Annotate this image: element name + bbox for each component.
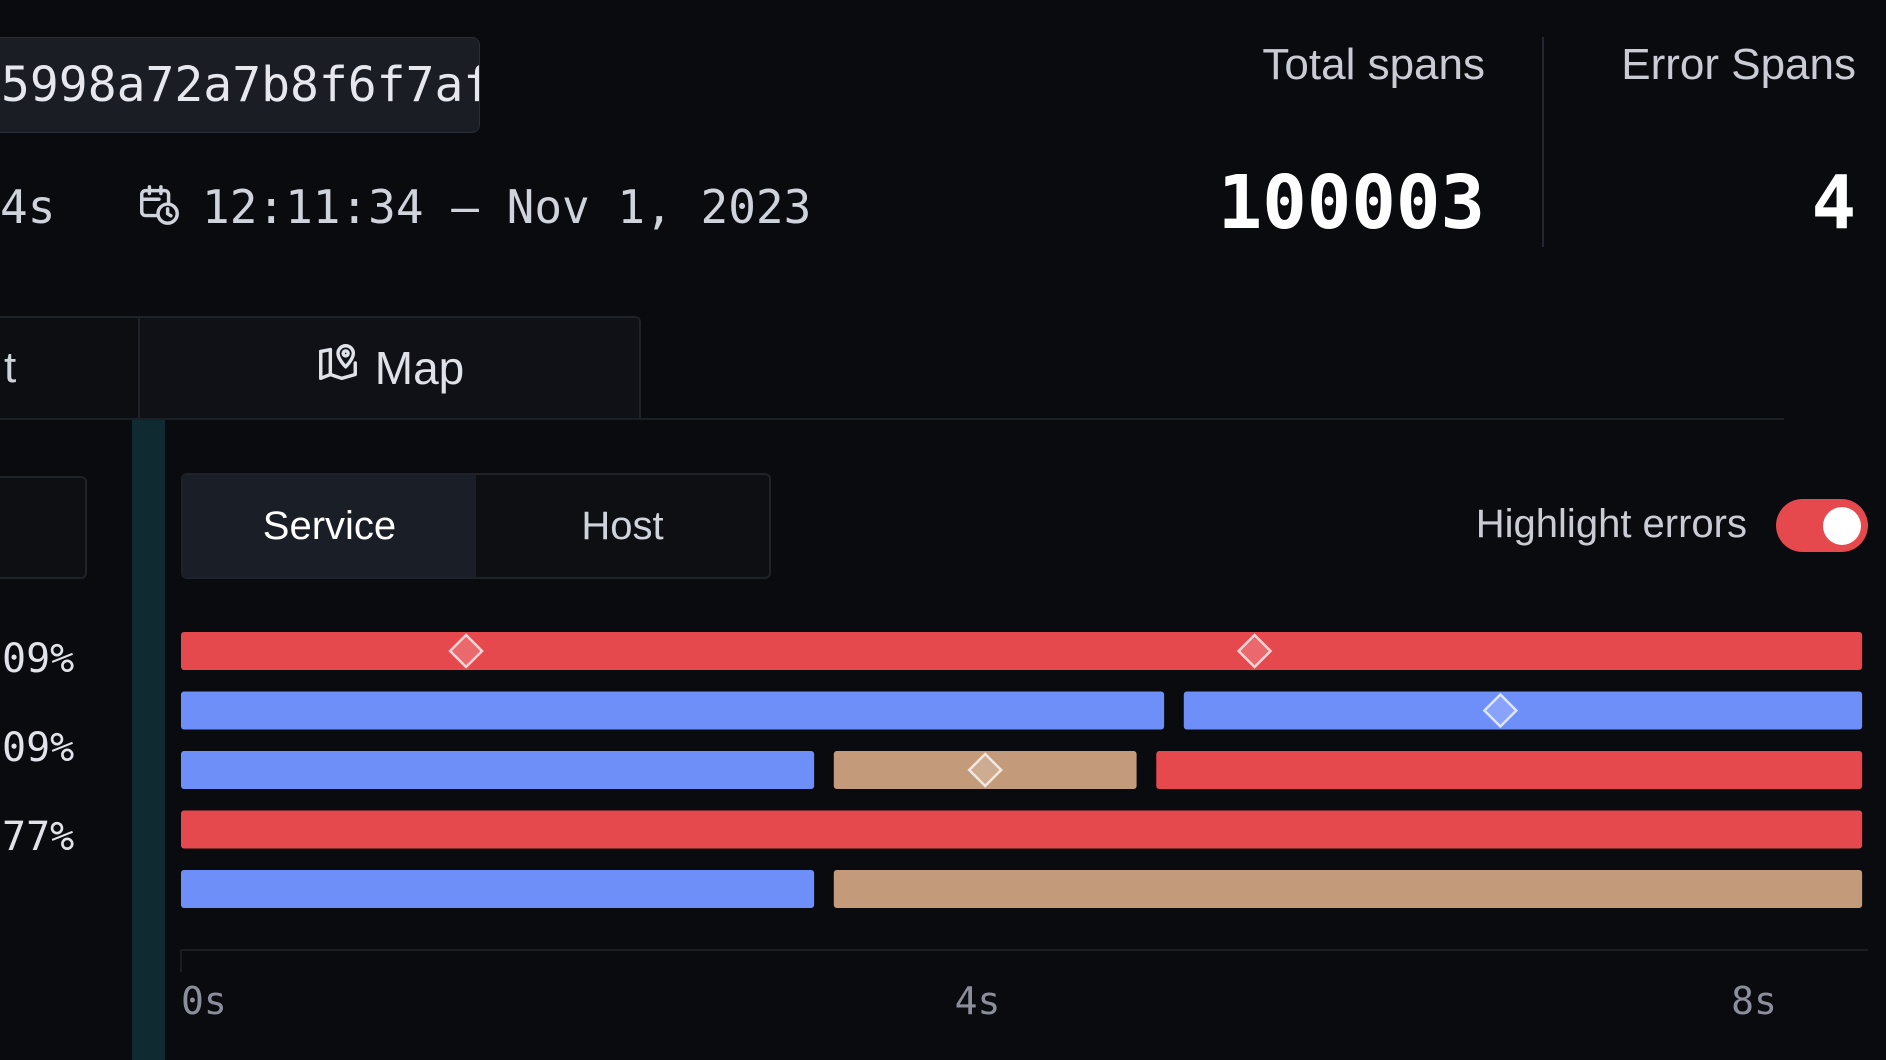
trace-id-text: 5998a72a7b8f6f7af6 <box>1 57 480 113</box>
span-bar[interactable] <box>181 810 1863 849</box>
highlight-errors-toggle[interactable] <box>1776 499 1868 552</box>
group-by-segmented-control: Service Host <box>181 473 771 579</box>
x-tick-label: 0s <box>181 979 227 1023</box>
group-by-host-button[interactable]: Host <box>476 475 769 577</box>
span-bar[interactable] <box>181 751 815 789</box>
span-bar[interactable] <box>181 691 1165 730</box>
x-tick-label: 4s <box>955 979 1001 1023</box>
error-spans-label: Error Spans <box>1621 40 1856 89</box>
error-spans-value: 4 <box>1811 160 1856 246</box>
group-by-service-button[interactable]: Service <box>183 475 476 577</box>
trace-datetime: 12:11:34 — Nov 1, 2023 <box>136 180 811 234</box>
trace-id-chip[interactable]: 5998a72a7b8f6f7af6 <box>0 37 480 133</box>
tab-map[interactable]: Map <box>138 316 641 418</box>
datetime-text: 12:11:34 — Nov 1, 2023 <box>202 180 812 234</box>
left-panel-control[interactable] <box>0 476 87 579</box>
span-bar[interactable] <box>181 870 815 908</box>
stats-divider <box>1542 37 1544 247</box>
calendar-clock-icon <box>136 182 182 233</box>
tabs-divider <box>0 418 1784 420</box>
span-bar[interactable] <box>1183 691 1863 730</box>
span-bar[interactable] <box>1156 751 1863 789</box>
trace-duration: 4s <box>0 180 56 234</box>
tab-map-label: Map <box>374 342 465 394</box>
span-timeline-chart: 0s 4s 8s <box>180 632 1868 1023</box>
span-bar[interactable] <box>833 870 1863 908</box>
highlight-errors-label: Highlight errors <box>1475 502 1747 546</box>
tab-previous[interactable]: t <box>0 316 138 418</box>
toggle-knob <box>1823 507 1861 545</box>
total-spans-value: 100003 <box>1217 160 1485 246</box>
tab-previous-label: t <box>4 343 17 392</box>
x-tick-label: 8s <box>1731 979 1777 1023</box>
total-spans-label: Total spans <box>1262 40 1485 89</box>
map-pin-icon <box>315 340 361 397</box>
span-bar[interactable] <box>181 632 1863 670</box>
